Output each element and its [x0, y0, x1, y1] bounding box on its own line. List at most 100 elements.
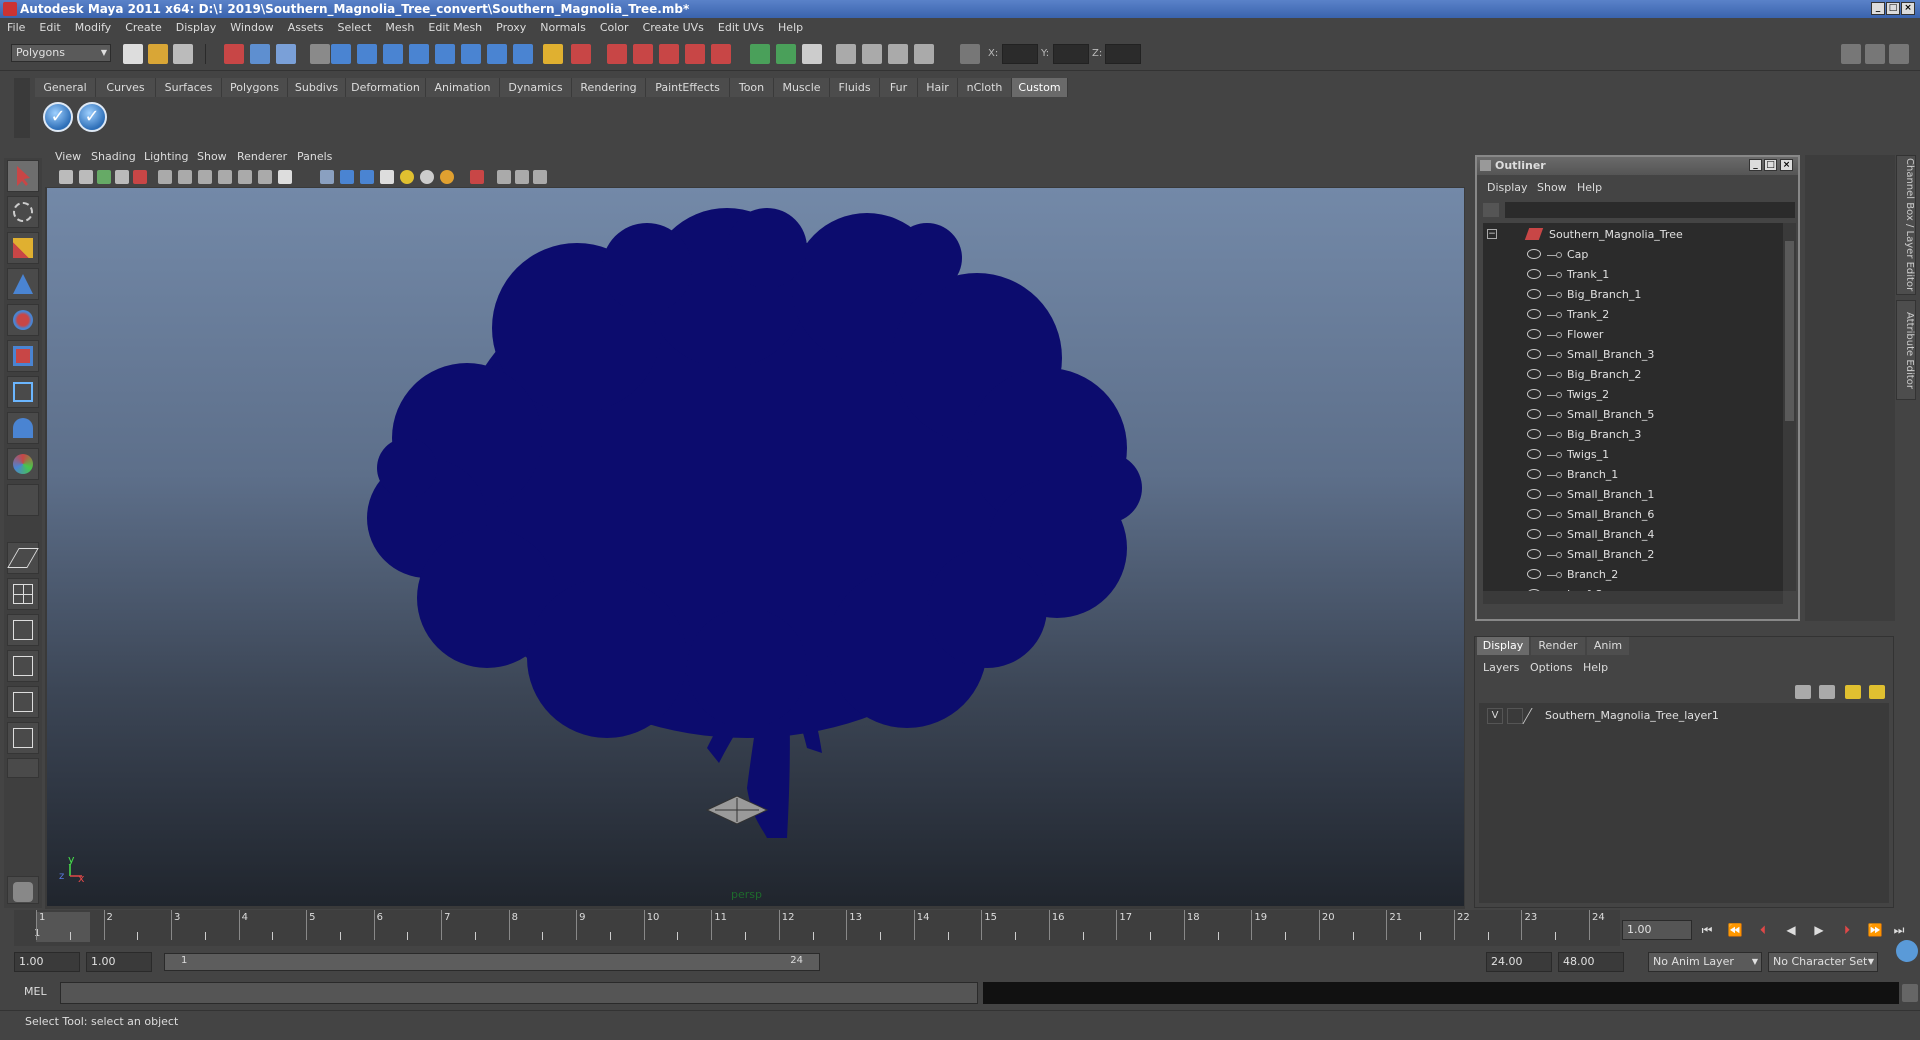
z-field[interactable] — [1105, 44, 1141, 64]
mel-command-input[interactable] — [60, 982, 978, 1004]
step-back-key-button[interactable]: ⏴ — [1754, 921, 1772, 939]
lock-selection-icon[interactable] — [543, 44, 563, 64]
isolate-select-icon[interactable] — [470, 170, 484, 184]
step-forward-frame-button[interactable]: ⏩ — [1866, 921, 1884, 939]
shelf-tab-dynamics[interactable]: Dynamics — [500, 78, 572, 97]
rotate-tool[interactable] — [7, 304, 39, 336]
safe-title-icon[interactable] — [278, 170, 292, 184]
mask-dropdown-icon[interactable] — [310, 44, 330, 64]
menu-assets[interactable]: Assets — [281, 18, 331, 38]
move-layer-down-icon[interactable] — [1819, 685, 1835, 699]
outliner-row-root[interactable]: − Southern_Magnolia_Tree — [1483, 225, 1783, 245]
character-set-dropdown[interactable]: No Character Set ▼ — [1768, 952, 1878, 972]
tree-model[interactable] — [47, 188, 1464, 906]
menu-proxy[interactable]: Proxy — [489, 18, 533, 38]
menu-set-dropdown[interactable]: Polygons ▼ — [11, 44, 111, 62]
resolution-gate-icon[interactable] — [198, 170, 212, 184]
shelf-tab-hair[interactable]: Hair — [918, 78, 958, 97]
anim-layer-dropdown[interactable]: No Anim Layer ▼ — [1648, 952, 1762, 972]
minimize-button[interactable]: _ — [1871, 2, 1885, 15]
vp-menu-shading[interactable]: Shading — [91, 147, 136, 167]
outliner-row[interactable]: Branch_1 — [1483, 465, 1783, 485]
select-by-component-icon[interactable] — [276, 44, 296, 64]
attribute-editor-tab[interactable]: Attribute Editor — [1896, 300, 1916, 400]
vp-menu-renderer[interactable]: Renderer — [237, 147, 287, 167]
y-field[interactable] — [1053, 44, 1089, 64]
transform-mode-icon[interactable] — [960, 44, 980, 64]
bookmarks-icon[interactable] — [97, 170, 111, 184]
search-options-icon[interactable] — [1483, 203, 1499, 217]
layer-tab-render[interactable]: Render — [1531, 637, 1585, 655]
outliner-vertical-scrollbar[interactable] — [1783, 223, 1796, 591]
outliner-row[interactable]: Branch_2 — [1483, 565, 1783, 585]
default-lighting-icon[interactable] — [400, 170, 414, 184]
outliner-menu-show[interactable]: Show — [1537, 181, 1567, 194]
menu-edit[interactable]: Edit — [32, 18, 67, 38]
command-language-label[interactable]: MEL — [24, 985, 47, 998]
snap-to-grids-icon[interactable] — [607, 44, 627, 64]
select-dynamics-icon[interactable] — [461, 44, 481, 64]
layer-color-icon[interactable] — [1522, 708, 1544, 724]
shelf-tab-painteffects[interactable]: PaintEffects — [646, 78, 730, 97]
new-layer-selected-icon[interactable] — [1869, 685, 1885, 699]
outliner-maximize-button[interactable]: □ — [1764, 159, 1777, 171]
universal-manipulator-tool[interactable] — [7, 376, 39, 408]
snap-to-points-icon[interactable] — [659, 44, 679, 64]
menu-window[interactable]: Window — [223, 18, 280, 38]
outliner-row[interactable]: Big_Branch_2 — [1483, 365, 1783, 385]
select-tool[interactable] — [7, 160, 39, 192]
four-view-layout[interactable] — [7, 578, 39, 610]
graph-editor-layout[interactable] — [7, 650, 39, 682]
outliner-graph-layout[interactable] — [7, 722, 39, 754]
input-connections-icon[interactable] — [750, 44, 770, 64]
outliner-horizontal-scrollbar[interactable] — [1483, 591, 1783, 604]
scrollbar-thumb[interactable] — [1785, 241, 1794, 421]
new-scene-icon[interactable] — [123, 44, 143, 64]
toggle-tool-settings-icon[interactable] — [1865, 44, 1885, 64]
current-time-field[interactable]: 1.00 — [1622, 920, 1692, 940]
outliner-row[interactable]: Small_Branch_6 — [1483, 505, 1783, 525]
field-chart-icon[interactable] — [238, 170, 252, 184]
camera-attributes-icon[interactable] — [79, 170, 93, 184]
select-by-object-icon[interactable] — [250, 44, 270, 64]
textured-icon[interactable] — [380, 170, 394, 184]
check-icon[interactable]: ✓ — [43, 102, 73, 132]
shelf-tab-fur[interactable]: Fur — [880, 78, 918, 97]
outliner-row[interactable]: Twigs_1 — [1483, 445, 1783, 465]
construction-history-icon[interactable] — [802, 44, 822, 64]
outliner-row[interactable]: Twigs_2 — [1483, 385, 1783, 405]
outliner-row[interactable]: Small_Branch_2 — [1483, 545, 1783, 565]
outliner-row[interactable]: Small_Branch_1 — [1483, 485, 1783, 505]
collapse-icon[interactable]: − — [1487, 229, 1497, 239]
outliner-menu-display[interactable]: Display — [1487, 181, 1528, 194]
select-handles-icon[interactable] — [331, 44, 351, 64]
shelf-tab-ncloth[interactable]: nCloth — [958, 78, 1012, 97]
layer-type-toggle[interactable] — [1507, 708, 1523, 724]
output-connections-icon[interactable] — [776, 44, 796, 64]
hypershade-layout[interactable] — [7, 686, 39, 718]
outliner-row[interactable]: Cap — [1483, 245, 1783, 265]
save-scene-icon[interactable] — [173, 44, 193, 64]
menu-create[interactable]: Create — [118, 18, 169, 38]
shelf-tab-curves[interactable]: Curves — [96, 78, 156, 97]
layer-menu-options[interactable]: Options — [1530, 661, 1572, 674]
menu-edit-uvs[interactable]: Edit UVs — [711, 18, 771, 38]
shelf-tab-animation[interactable]: Animation — [426, 78, 500, 97]
paint-select-tool[interactable] — [7, 232, 39, 264]
film-gate-icon[interactable] — [178, 170, 192, 184]
layout-options-button[interactable] — [7, 758, 39, 778]
vp-menu-panels[interactable]: Panels — [297, 147, 332, 167]
start-time-field[interactable]: 1.00 — [14, 952, 80, 972]
play-forwards-button[interactable]: ▶ — [1810, 921, 1828, 939]
step-forward-key-button[interactable]: ⏵ — [1838, 921, 1856, 939]
outliner-minimize-button[interactable]: _ — [1749, 159, 1762, 171]
lasso-tool[interactable] — [7, 196, 39, 228]
soft-modification-tool[interactable] — [7, 412, 39, 444]
xray-components-icon[interactable] — [533, 170, 547, 184]
outliner-search-field[interactable] — [1505, 202, 1795, 218]
snap-to-curves-icon[interactable] — [633, 44, 653, 64]
layer-row[interactable]: V Southern_Magnolia_Tree_layer1 — [1479, 707, 1889, 725]
outliner-row[interactable]: Big_Branch_1 — [1483, 285, 1783, 305]
time-slider[interactable]: 1 1 2 3 4 5 6 7 8 9 10 11 12 13 14 15 16 17 18 19 20 21 22 23 2… — [14, 910, 1620, 946]
outliner-close-button[interactable]: × — [1780, 159, 1793, 171]
